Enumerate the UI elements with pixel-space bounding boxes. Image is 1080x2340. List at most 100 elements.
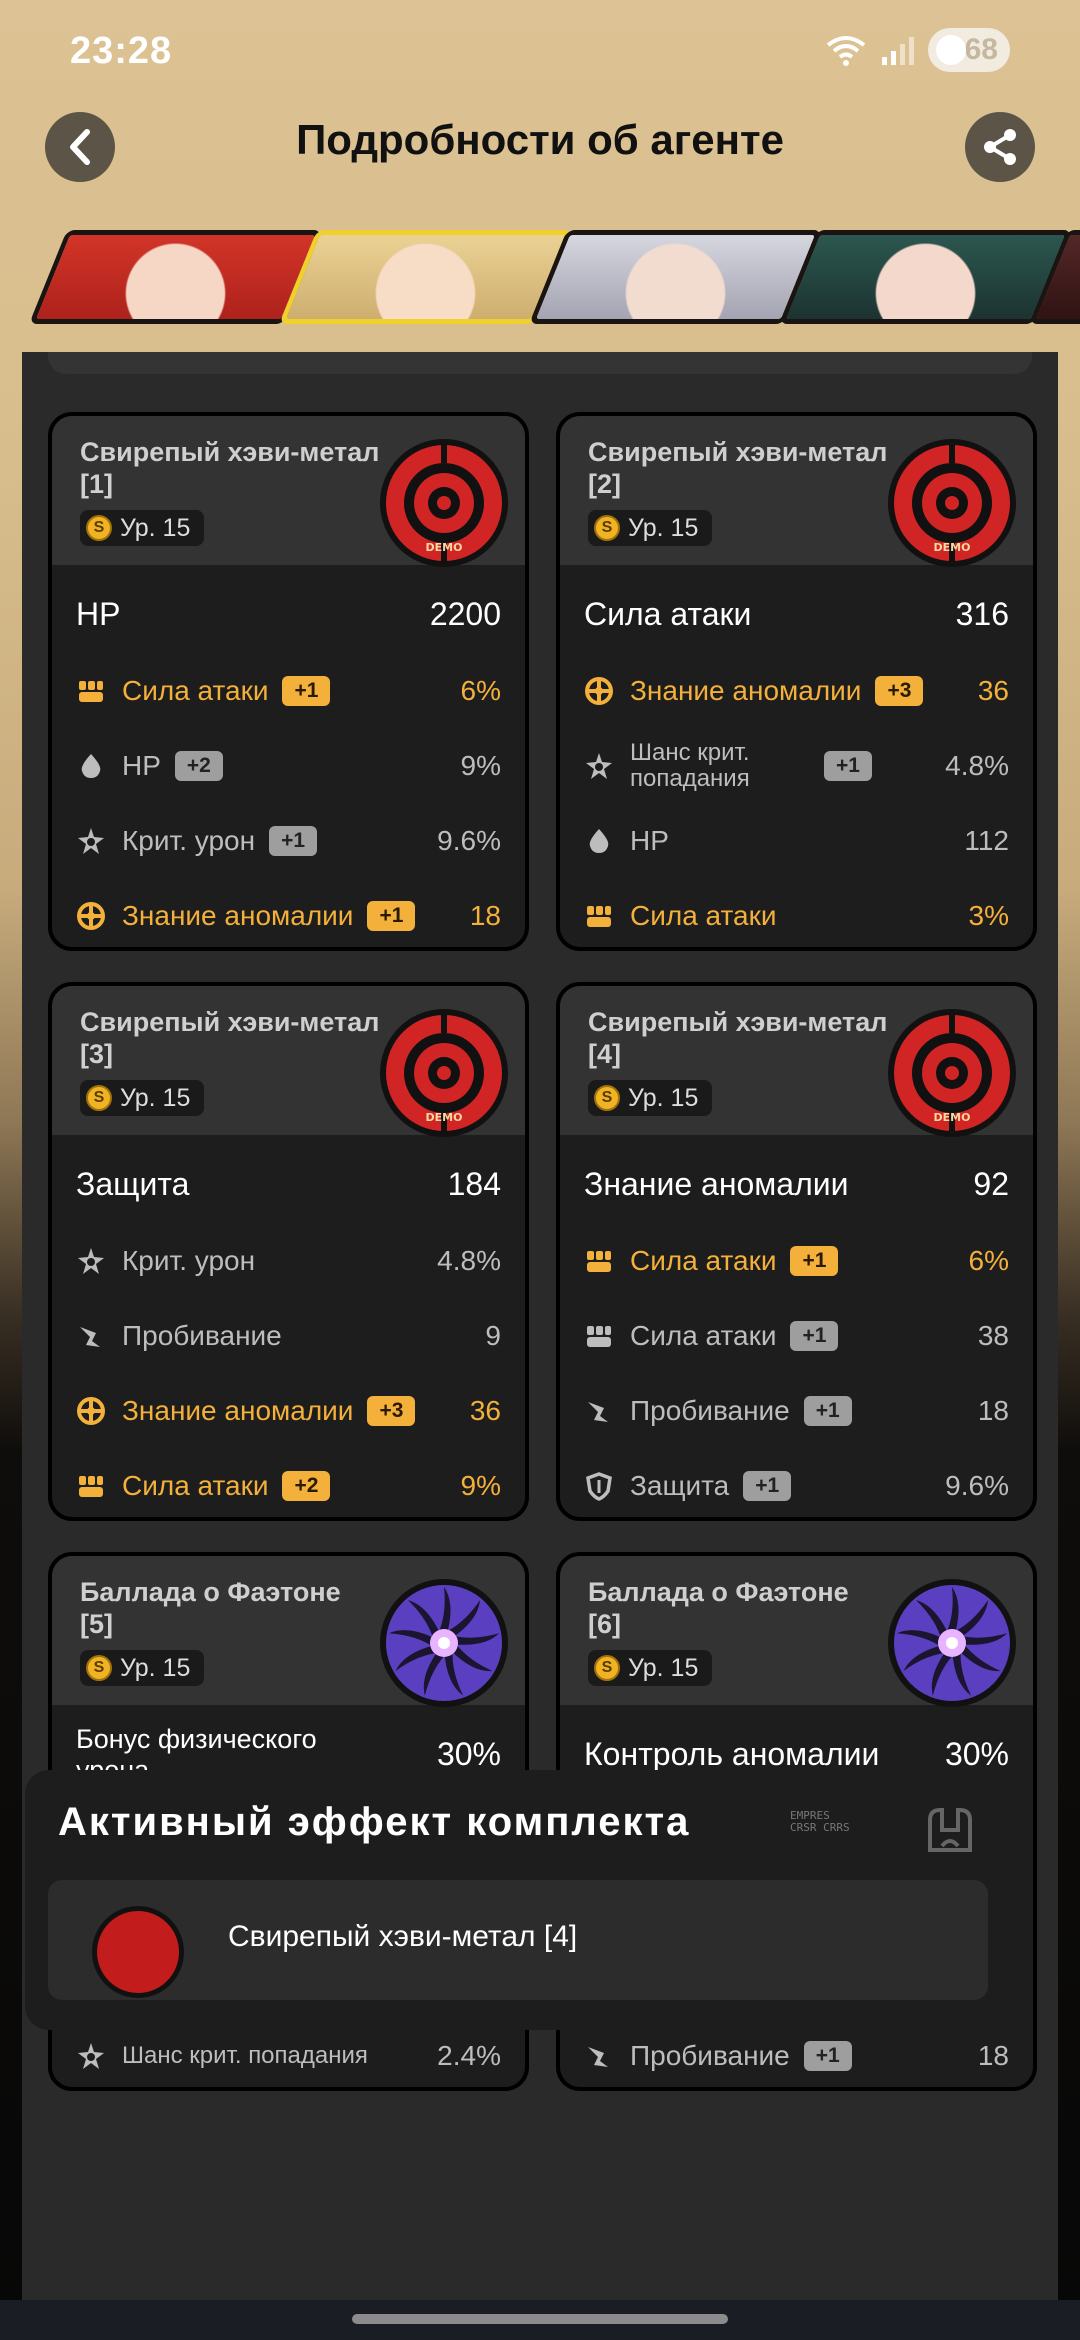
set-effect-row[interactable]: Свирепый хэви-метал [4] [48, 1880, 988, 2000]
sub-stat-value: 36 [469, 1395, 501, 1426]
home-gesture-bar[interactable] [352, 2314, 728, 2324]
disc-card-4[interactable]: Свирепый хэви-метал [4] S Ур. 15 DEMO Знание… [556, 982, 1037, 1521]
sub-stat-value: 4.8% [437, 1245, 501, 1276]
svg-text:DEMO: DEMO [426, 1111, 463, 1124]
agent-selector [0, 228, 1080, 328]
roll-count-badge: +1 [824, 751, 872, 781]
sub-stat-row: Знание аномалии +3 36 [584, 671, 1009, 711]
hevi-metal-disc-icon: DEMO [377, 1006, 511, 1140]
set-effect-title: Активный эффект комплекта [58, 1800, 691, 1844]
anom-stat-icon [584, 676, 614, 706]
pen-stat-icon [584, 2041, 614, 2071]
sub-stat-row: Сила атаки +1 6% [76, 671, 501, 711]
roll-count-badge: +2 [282, 1471, 331, 1501]
hp-stat-icon [76, 751, 106, 781]
disc-card-3[interactable]: Свирепый хэви-метал [3] S Ур. 15 DEMO Защита… [48, 982, 529, 1521]
anom-stat-icon [76, 1396, 106, 1426]
battery-indicator: 68 [928, 28, 1010, 72]
rank-s-icon: S [86, 1655, 112, 1681]
sub-stat-name: Крит. урон [122, 825, 256, 856]
def-stat-icon [584, 1471, 614, 1501]
roll-count-badge: +2 [174, 751, 223, 781]
agent-portrait-3 [529, 230, 822, 324]
roll-count-badge: +1 [367, 901, 416, 931]
svg-text:DEMO: DEMO [934, 541, 971, 554]
disc-level-badge: S Ур. 15 [588, 1080, 713, 1116]
sub-stat-row: Защита +1 9.6% [584, 1466, 1009, 1506]
status-bar: 23:28 68 [0, 0, 1080, 100]
sub-stat-row: Пробивание +1 18 [584, 2036, 1009, 2076]
disc-level: Ур. 15 [120, 1653, 191, 1682]
sub-stat-value: 9 [485, 1320, 501, 1351]
main-stat-value: 316 [955, 596, 1009, 632]
roll-count-badge: +1 [790, 1246, 839, 1276]
disc-level-badge: S Ур. 15 [80, 1650, 205, 1686]
sub-stat-name: Сила атаки [630, 1245, 777, 1276]
sub-stat-name: Пробивание [630, 2040, 790, 2071]
sub-stat-row: Пробивание 9 [76, 1316, 501, 1356]
atk-stat-icon [76, 1471, 106, 1501]
disc-name: Баллада о Фаэтоне [6] [588, 1577, 849, 1639]
main-stat: HP 2200 [76, 596, 501, 636]
pen-stat-icon [76, 1321, 106, 1351]
wifi-icon [826, 36, 866, 66]
agent-portrait-1 [29, 230, 322, 324]
phaethon-disc-icon [377, 1576, 511, 1710]
rank-s-icon: S [594, 1085, 620, 1111]
roll-count-badge: +1 [282, 676, 331, 706]
status-icons: 68 [826, 28, 1010, 72]
set-info-icon[interactable] [920, 1800, 980, 1860]
sub-stat-value: 38 [977, 1320, 1009, 1351]
share-button[interactable] [965, 112, 1035, 182]
sub-stat-row: Сила атаки +1 38 [584, 1316, 1009, 1356]
main-stat-value: 30% [944, 1736, 1009, 1772]
sub-stat-name: Крит. урон [122, 1245, 256, 1276]
sub-stat-row: Сила атаки 3% [584, 896, 1009, 936]
system-nav-bar [0, 2300, 1080, 2340]
battery-level: 68 [964, 33, 998, 66]
disc-level: Ур. 15 [628, 1653, 699, 1682]
page-title: Подробности об агенте [296, 116, 784, 163]
sub-stat-row: HP 112 [584, 821, 1009, 861]
anom-stat-icon [76, 901, 106, 931]
sub-stat-value: 6% [460, 675, 501, 706]
disc-level-badge: S Ур. 15 [588, 510, 713, 546]
roll-count-badge: +1 [790, 1321, 839, 1351]
sub-stat-value: 9.6% [945, 1470, 1009, 1501]
agent-portrait-2 [279, 230, 572, 324]
disc-card-1[interactable]: Свирепый хэви-метал [1] S Ур. 15 DEMO HP 2200… [48, 412, 529, 951]
agent-avatar-2[interactable] [279, 230, 572, 324]
atk-stat-icon [584, 901, 614, 931]
disc-card-2[interactable]: Свирепый хэви-метал [2] S Ур. 15 DEMO Сила а… [556, 412, 1037, 951]
agent-portrait-4 [779, 230, 1072, 324]
disc-name: Свирепый хэви-метал [2] [588, 437, 888, 499]
sub-stat-row: Шанс крит. попадания 2.4% [76, 2036, 501, 2076]
svg-text:DEMO: DEMO [934, 1111, 971, 1124]
top-bar: Подробности об агенте [0, 100, 1080, 190]
status-time: 23:28 [70, 30, 173, 72]
sub-stat-row: Знание аномалии +1 18 [76, 896, 501, 936]
sub-stat-value: 4.8% [945, 750, 1009, 781]
main-stat: Сила атаки 316 [584, 596, 1009, 636]
agent-avatar-3[interactable] [529, 230, 822, 324]
disc-name: Баллада о Фаэтоне [5] [80, 1577, 341, 1639]
sub-stat-value: 18 [977, 2040, 1009, 2071]
disc-name: Свирепый хэви-метал [4] [588, 1007, 888, 1069]
main-stat-name: Защита [76, 1166, 190, 1202]
sub-stat-name: Сила атаки [122, 675, 269, 706]
main-stat-name: Знание аномалии [584, 1166, 849, 1202]
set-disc-icon [92, 1906, 184, 1998]
main-stat-value: 30% [436, 1736, 501, 1772]
hevi-metal-disc-icon: DEMO [885, 1006, 1019, 1140]
agent-avatar-1[interactable] [29, 230, 322, 324]
main-stat-value: 2200 [429, 596, 501, 632]
rank-s-icon: S [594, 1655, 620, 1681]
sub-stat-value: 2.4% [437, 2040, 501, 2071]
sub-stat-name: HP [630, 825, 669, 856]
disc-level: Ур. 15 [628, 1083, 699, 1112]
agent-avatar-4[interactable] [779, 230, 1072, 324]
sub-stat-value: 112 [964, 825, 1009, 856]
sub-stat-name: Шанс крит. попадания [122, 2042, 368, 2069]
sub-stat-name: Пробивание [122, 1320, 282, 1351]
sub-stat-value: 18 [469, 900, 501, 931]
